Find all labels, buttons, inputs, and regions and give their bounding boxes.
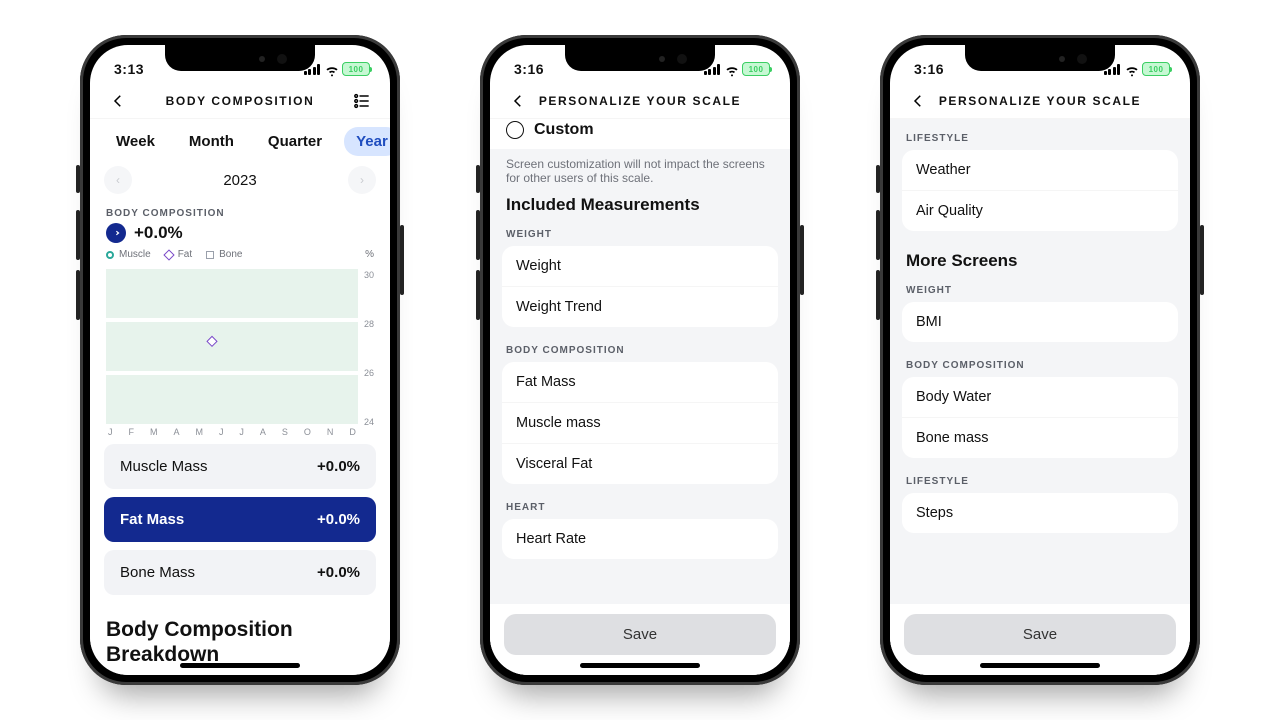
device-notch: [965, 45, 1115, 71]
section-label: BODY COMPOSITION: [90, 200, 390, 221]
page-title: BODY COMPOSITION: [130, 94, 350, 108]
muscle-swatch-icon: [106, 251, 114, 259]
prev-period-button[interactable]: ‹: [104, 166, 132, 194]
list-item[interactable]: Heart Rate: [502, 519, 778, 559]
chart-legend: Muscle Fat Bone %: [90, 249, 390, 260]
group-lifestyle: Weather Air Quality: [902, 150, 1178, 231]
device-notch: [165, 45, 315, 71]
phone-device-1: 3:13 100 BODY COMPOSITION Week: [80, 35, 400, 685]
delta-display: +0.0%: [90, 221, 390, 249]
home-indicator[interactable]: [980, 663, 1100, 668]
nav-spacer: [1150, 89, 1174, 113]
page-title: PERSONALIZE YOUR SCALE: [930, 94, 1150, 108]
wifi-icon: [724, 62, 738, 76]
breakdown-heading: Body Composition Breakdown: [90, 603, 390, 667]
navbar: PERSONALIZE YOUR SCALE: [890, 83, 1190, 119]
stat-card-muscle[interactable]: Muscle Mass +0.0%: [104, 444, 376, 489]
home-indicator[interactable]: [580, 663, 700, 668]
list-item[interactable]: Muscle mass: [502, 402, 778, 443]
status-time: 3:16: [514, 61, 544, 77]
navbar: PERSONALIZE YOUR SCALE: [490, 83, 790, 119]
group-weight: Weight Weight Trend: [502, 246, 778, 327]
wifi-icon: [1124, 62, 1138, 76]
list-item[interactable]: Air Quality: [902, 190, 1178, 231]
group-bodycomp: Fat Mass Muscle mass Visceral Fat: [502, 362, 778, 484]
group-lifestyle-more: Steps: [902, 493, 1178, 533]
radio-icon: [506, 121, 524, 139]
wifi-icon: [324, 62, 338, 76]
device-notch: [565, 45, 715, 71]
phone-device-3: 3:16 100 PERSONALIZE YOUR SCALE LIFESTYL…: [880, 35, 1200, 685]
list-icon[interactable]: [350, 89, 374, 113]
tab-year[interactable]: Year: [344, 127, 390, 156]
status-time: 3:16: [914, 61, 944, 77]
arrow-right-icon: [106, 223, 126, 243]
more-screens-heading: More Screens: [890, 241, 1190, 277]
delta-value: +0.0%: [134, 223, 183, 243]
tab-week[interactable]: Week: [104, 127, 167, 156]
group-label-lifestyle2: LIFESTYLE: [890, 468, 1190, 489]
list-item[interactable]: Bone mass: [902, 417, 1178, 458]
group-label-lifestyle: LIFESTYLE: [890, 119, 1190, 146]
group-weight-more: BMI: [902, 302, 1178, 342]
chart-x-axis: JFM AMJ JAS OND: [106, 427, 358, 437]
list-item[interactable]: Weather: [902, 150, 1178, 190]
group-label-weight: WEIGHT: [890, 277, 1190, 298]
status-time: 3:13: [114, 61, 144, 77]
group-label-weight: WEIGHT: [490, 221, 790, 242]
list-item[interactable]: Weight: [502, 246, 778, 286]
group-heart: Heart Rate: [502, 519, 778, 559]
back-icon[interactable]: [906, 89, 930, 113]
range-tabs: Week Month Quarter Year: [90, 119, 390, 164]
page-title: PERSONALIZE YOUR SCALE: [530, 94, 750, 108]
navbar: BODY COMPOSITION: [90, 83, 390, 119]
phone-device-2: 3:16 100 PERSONALIZE YOUR SCALE Custom S…: [480, 35, 800, 685]
tab-month[interactable]: Month: [177, 127, 246, 156]
group-label-bodycomp: BODY COMPOSITION: [490, 337, 790, 358]
included-heading: Included Measurements: [490, 185, 790, 221]
save-button[interactable]: Save: [904, 614, 1176, 655]
nav-spacer: [750, 89, 774, 113]
list-item[interactable]: Body Water: [902, 377, 1178, 417]
next-period-button[interactable]: ›: [348, 166, 376, 194]
stat-card-fat[interactable]: Fat Mass +0.0%: [104, 497, 376, 542]
save-button[interactable]: Save: [504, 614, 776, 655]
back-icon[interactable]: [106, 89, 130, 113]
list-item[interactable]: Visceral Fat: [502, 443, 778, 484]
group-label-heart: HEART: [490, 494, 790, 515]
back-icon[interactable]: [506, 89, 530, 113]
help-text: Screen customization will not impact the…: [490, 149, 790, 185]
tab-quarter[interactable]: Quarter: [256, 127, 334, 156]
battery-icon: 100: [742, 62, 770, 76]
stat-card-bone[interactable]: Bone Mass +0.0%: [104, 550, 376, 595]
period-label: 2023: [223, 172, 256, 189]
home-indicator[interactable]: [180, 663, 300, 668]
list-item[interactable]: Weight Trend: [502, 286, 778, 327]
list-item[interactable]: Steps: [902, 493, 1178, 533]
group-bodycomp-more: Body Water Bone mass: [902, 377, 1178, 458]
list-item[interactable]: Fat Mass: [502, 362, 778, 402]
list-item[interactable]: BMI: [902, 302, 1178, 342]
group-label-bodycomp: BODY COMPOSITION: [890, 352, 1190, 373]
option-custom[interactable]: Custom: [490, 119, 790, 149]
fat-swatch-icon: [163, 249, 174, 260]
battery-icon: 100: [342, 62, 370, 76]
battery-icon: 100: [1142, 62, 1170, 76]
composition-chart[interactable]: 30 28 26 24 JFM AMJ JAS OND: [106, 264, 374, 422]
bone-swatch-icon: [206, 251, 214, 259]
